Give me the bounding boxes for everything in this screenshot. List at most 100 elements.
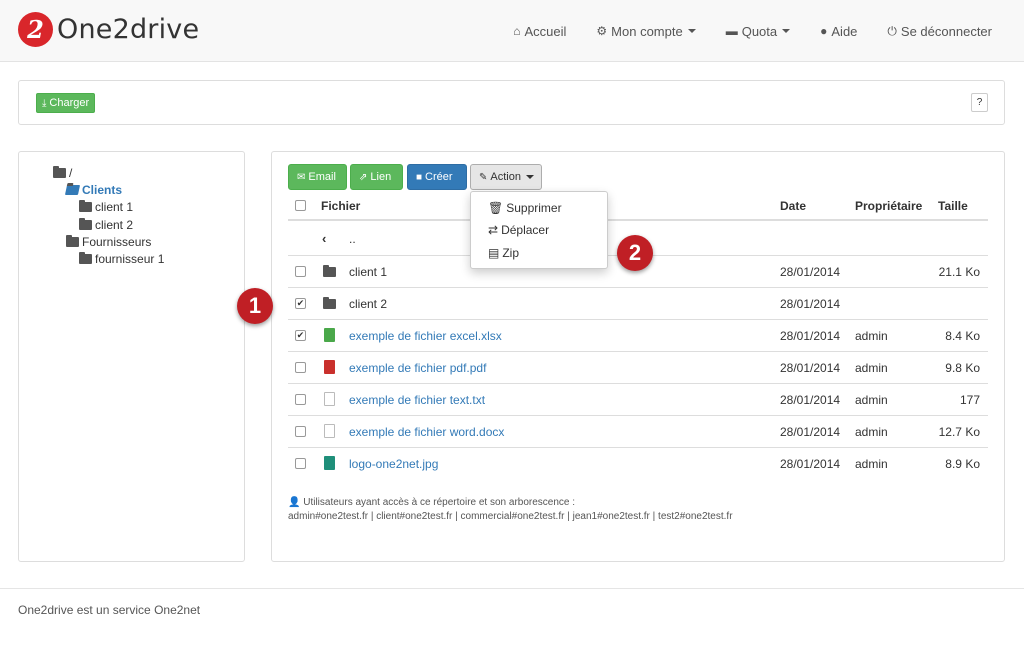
select-all-checkbox[interactable] bbox=[295, 200, 306, 211]
file-name[interactable]: client 2 bbox=[349, 297, 387, 311]
pdf-file-icon bbox=[324, 360, 335, 374]
folder-icon bbox=[53, 166, 66, 178]
charger-label: Charger bbox=[49, 97, 90, 109]
nav-account-label: Mon compte bbox=[611, 23, 683, 39]
file-name[interactable]: exemple de fichier word.docx bbox=[349, 425, 504, 439]
file-size: 8.9 Ko bbox=[945, 457, 980, 471]
table-row[interactable]: logo-one2net.jpg 28/01/2014 admin 8.9 Ko bbox=[288, 447, 988, 479]
col-proprietaire[interactable]: Propriétaire bbox=[855, 199, 922, 213]
row-checkbox-checked[interactable]: ✔ bbox=[295, 298, 306, 309]
table-row[interactable]: exemple de fichier text.txt 28/01/2014 a… bbox=[288, 383, 988, 415]
access-users: admin#one2test.fr | client#one2test.fr |… bbox=[288, 511, 733, 522]
table-row[interactable]: ✔ exemple de fichier excel.xlsx 28/01/20… bbox=[288, 319, 988, 351]
word-file-icon bbox=[324, 424, 335, 438]
step-marker-1: 1 bbox=[237, 288, 273, 324]
access-title: Utilisateurs ayant accès à ce répertoire… bbox=[303, 497, 576, 508]
nav-help[interactable]: ● Aide bbox=[805, 0, 872, 62]
nav-account[interactable]: ⚙ Mon compte bbox=[581, 0, 710, 62]
chevron-left-icon[interactable]: ‹ bbox=[322, 231, 326, 246]
navbar: 2 One2drive ⌂ Accueil ⚙ Mon compte ▬ Quo… bbox=[0, 0, 1024, 62]
tree-node-client1[interactable]: client 1 bbox=[79, 200, 133, 214]
charger-button[interactable]: ⤓ Charger bbox=[36, 93, 96, 113]
image-file-icon bbox=[324, 456, 335, 470]
file-name[interactable]: exemple de fichier excel.xlsx bbox=[349, 329, 502, 343]
row-checkbox[interactable] bbox=[295, 266, 306, 277]
col-fichier[interactable]: Fichier bbox=[321, 199, 360, 213]
file-date: 28/01/2014 bbox=[780, 329, 841, 343]
file-date: 28/01/2014 bbox=[780, 425, 841, 439]
lien-button[interactable]: ⇗ Lien bbox=[350, 164, 403, 190]
tree-node-root[interactable]: / bbox=[53, 166, 72, 180]
file-date: 28/01/2014 bbox=[780, 361, 841, 375]
nav-logout[interactable]: ⏻ Se déconnecter bbox=[872, 0, 1024, 62]
file-owner: admin bbox=[855, 457, 888, 471]
file-owner: admin bbox=[855, 393, 888, 407]
row-checkbox[interactable] bbox=[295, 458, 306, 469]
file-owner: admin bbox=[855, 425, 888, 439]
menu-item-deplacer[interactable]: ⇄ Déplacer bbox=[488, 223, 549, 237]
download-icon: ⤓ bbox=[42, 97, 47, 109]
upload-panel: ⤓ Charger ? bbox=[18, 80, 1005, 125]
creer-button[interactable]: ■ Créer bbox=[407, 164, 467, 190]
table-row[interactable]: exemple de fichier pdf.pdf 28/01/2014 ad… bbox=[288, 351, 988, 383]
home-icon: ⌂ bbox=[513, 24, 521, 38]
step-marker-2: 2 bbox=[617, 235, 653, 271]
tree-node-fournisseurs[interactable]: Fournisseurs bbox=[66, 235, 151, 249]
row-checkbox-checked[interactable]: ✔ bbox=[295, 330, 306, 341]
wrench-icon: ✎ bbox=[479, 171, 488, 183]
folder-tree: / Clients client 1 client 2 Fournisseurs… bbox=[18, 151, 245, 562]
brand-name: One2drive bbox=[57, 14, 200, 45]
col-taille[interactable]: Taille bbox=[938, 199, 968, 213]
menu-item-supprimer[interactable]: 🗑 Supprimer bbox=[488, 201, 562, 215]
tree-node-client2[interactable]: client 2 bbox=[79, 218, 133, 232]
tree-node-label: fournisseur 1 bbox=[95, 252, 165, 266]
action-dropdown-menu: 🗑 Supprimer ⇄ Déplacer ▤ Zip bbox=[470, 191, 608, 269]
excel-file-icon bbox=[324, 328, 335, 342]
table-header: Fichier Date Propriétaire Taille bbox=[288, 191, 988, 221]
folder-icon bbox=[79, 252, 92, 264]
tree-node-label: Fournisseurs bbox=[82, 235, 152, 249]
file-size: 8.4 Ko bbox=[945, 329, 980, 343]
footer-text: One2drive est un service One2net bbox=[18, 603, 201, 617]
footer-divider bbox=[0, 588, 1024, 589]
email-button[interactable]: ✉ Email bbox=[288, 164, 347, 190]
nav-help-label: Aide bbox=[831, 23, 858, 39]
envelope-icon: ✉ bbox=[297, 171, 306, 183]
file-name[interactable]: logo-one2net.jpg bbox=[349, 457, 438, 471]
file-size: 9.8 Ko bbox=[945, 361, 980, 375]
text-file-icon bbox=[324, 392, 335, 406]
file-size: 177 bbox=[959, 393, 980, 407]
parent-dir-label[interactable]: .. bbox=[349, 232, 356, 246]
help-button[interactable]: ? bbox=[971, 93, 988, 112]
file-name[interactable]: client 1 bbox=[349, 265, 387, 279]
nav-logout-label: Se déconnecter bbox=[900, 23, 992, 39]
file-date: 28/01/2014 bbox=[780, 297, 841, 311]
tree-node-clients[interactable]: Clients bbox=[64, 183, 122, 197]
row-checkbox[interactable] bbox=[295, 394, 306, 405]
nav-quota[interactable]: ▬ Quota bbox=[711, 0, 805, 62]
file-name[interactable]: exemple de fichier pdf.pdf bbox=[349, 361, 486, 375]
trash-icon: 🗑 bbox=[488, 201, 504, 215]
col-date[interactable]: Date bbox=[780, 199, 806, 213]
nav-home[interactable]: ⌂ Accueil bbox=[498, 0, 581, 62]
brand[interactable]: 2 One2drive bbox=[18, 12, 199, 47]
folder-icon bbox=[79, 200, 92, 212]
lien-label: Lien bbox=[370, 171, 392, 183]
tree-node-label: client 2 bbox=[95, 218, 134, 232]
random-icon: ⇄ bbox=[488, 223, 499, 237]
file-name[interactable]: exemple de fichier text.txt bbox=[349, 393, 485, 407]
nav-links: ⌂ Accueil ⚙ Mon compte ▬ Quota ● Aide ⏻ … bbox=[498, 0, 1024, 62]
folder-icon bbox=[323, 297, 336, 309]
tree-node-label: / bbox=[69, 166, 73, 180]
row-checkbox[interactable] bbox=[295, 426, 306, 437]
table-row[interactable]: exemple de fichier word.docx 28/01/2014 … bbox=[288, 415, 988, 447]
brand-logo: 2 bbox=[18, 12, 53, 47]
row-checkbox[interactable] bbox=[295, 362, 306, 373]
menu-item-zip[interactable]: ▤ Zip bbox=[488, 246, 519, 260]
action-button[interactable]: ✎ Action bbox=[470, 164, 542, 190]
user-icon: 👤 bbox=[288, 497, 301, 508]
menu-item-label: Déplacer bbox=[501, 223, 550, 237]
table-row[interactable]: ✔ client 2 28/01/2014 bbox=[288, 287, 988, 319]
menu-item-label: Zip bbox=[502, 246, 520, 260]
tree-node-fournisseur1[interactable]: fournisseur 1 bbox=[79, 252, 164, 266]
